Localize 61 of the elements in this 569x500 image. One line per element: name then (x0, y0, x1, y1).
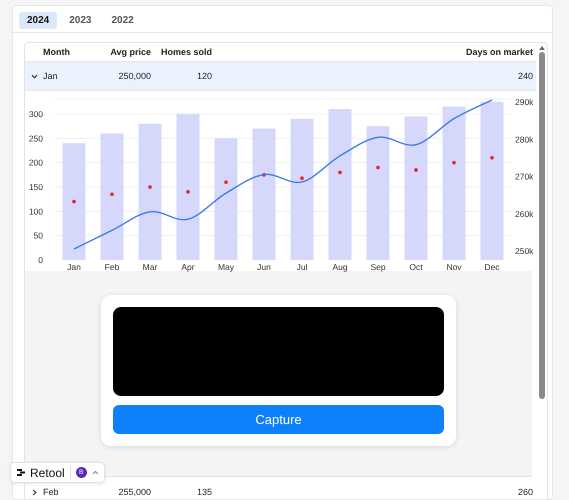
chevron-icon[interactable] (30, 488, 38, 496)
axis-tick-label: May (218, 262, 234, 272)
axis-tick-label: 250 (28, 133, 43, 144)
data-point (72, 200, 76, 204)
table-cell-text: Feb (43, 487, 60, 497)
table-cell-text: 240 (516, 71, 533, 81)
year-tab[interactable]: 2024 (19, 12, 58, 29)
axis-tick-label: 50 (34, 230, 43, 241)
data-point (452, 160, 456, 164)
table-row[interactable]: Feb 255,000 135 260 (25, 484, 536, 499)
axis-tick-label: Feb (104, 262, 120, 272)
table-cell-text: 255,000 (117, 487, 151, 497)
axis-tick-label: Jan (67, 262, 81, 272)
logo-icon (17, 469, 25, 476)
data-point (376, 166, 380, 170)
column-header: Homes sold (161, 47, 212, 57)
capture-button[interactable]: Capture (113, 405, 444, 434)
axis-tick-label: Jun (257, 262, 271, 272)
axis-tick-label: 300 (28, 109, 43, 119)
axis-tick-label: Nov (446, 262, 462, 272)
table-cell-text: Jan (43, 71, 59, 81)
chevron-icon[interactable] (30, 72, 38, 80)
data-point (414, 168, 418, 172)
axis-tick-label: 0 (38, 255, 43, 265)
column-header: Days on market (464, 47, 533, 57)
scrollbar-thumb[interactable] (538, 52, 544, 399)
axis-tick-label: Apr (181, 262, 195, 272)
year-tab[interactable]: 2023 (61, 12, 100, 29)
axis-tick-label: 100 (28, 206, 43, 216)
axis-tick-label: 150 (28, 182, 43, 192)
data-point (300, 176, 304, 180)
axis-tick-label: Jul (296, 262, 308, 272)
table-cell-text: 260 (516, 487, 533, 497)
caret-up-icon[interactable] (92, 470, 99, 475)
axis-tick-label: 280k (515, 134, 534, 144)
table-cell-text: 120 (196, 71, 212, 81)
axis-tick-label: Mar (142, 262, 158, 272)
data-point (148, 185, 152, 189)
axis-tick-label: Dec (484, 262, 500, 272)
table-cell-text: 135 (196, 487, 212, 497)
axis-tick-label: 250k (515, 246, 534, 256)
data-point (338, 170, 342, 174)
axis-tick-label: 270k (515, 172, 534, 182)
table-row[interactable]: Jan 250,000 120 240 (25, 62, 536, 91)
data-point (110, 192, 114, 196)
axis-tick-label: Sep (370, 262, 386, 272)
column-header: Avg price (109, 47, 151, 57)
data-point (186, 190, 190, 194)
data-point (262, 173, 266, 177)
axis-tick-label: Aug (332, 262, 348, 272)
brand-name: Retool (30, 466, 65, 480)
data-point (490, 156, 494, 160)
axis-tick-label: 200 (28, 158, 43, 168)
data-point (224, 180, 228, 184)
table-cell-text: 250,000 (117, 71, 151, 81)
axis-tick-label: Oct (409, 262, 423, 272)
axis-tick-label: 260k (515, 208, 534, 219)
year-tab[interactable]: 2022 (104, 12, 142, 29)
column-header: Month (43, 47, 71, 57)
scroll-up-icon[interactable] (538, 46, 544, 50)
axis-tick-label: 290k (515, 97, 534, 107)
